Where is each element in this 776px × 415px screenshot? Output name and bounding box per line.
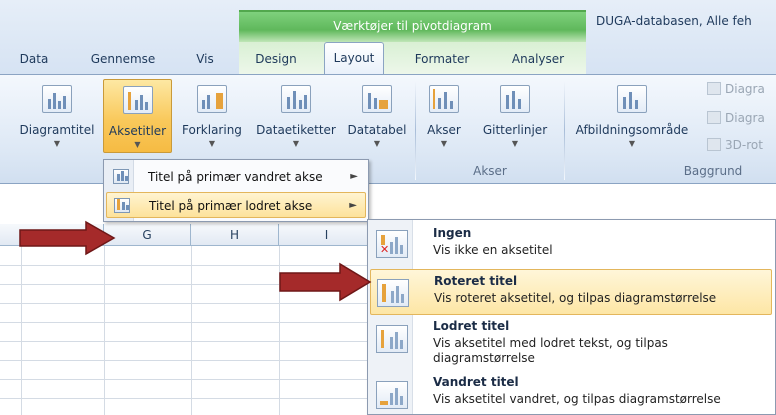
menu-item-horizontal-axis-title[interactable]: Titel på primær vandret akse ► <box>106 164 366 190</box>
axes-icon <box>429 85 459 113</box>
chart-wall-icon <box>707 82 721 95</box>
submenu-item-description: Vis roteret aksetitel, og tilpas diagram… <box>434 291 717 305</box>
chart-floor-button[interactable]: Diagra <box>707 111 765 125</box>
column-header-i[interactable]: I <box>279 224 375 246</box>
chevron-down-icon: ▼ <box>373 139 381 148</box>
submenu-item-title: Ingen <box>433 226 472 240</box>
chart-floor-label: Diagra <box>725 111 765 125</box>
horizontal-axis-title-icon <box>113 169 129 184</box>
axis-titles-label: Aksetitler <box>108 124 167 138</box>
chevron-down-icon: ▼ <box>208 139 216 148</box>
3d-rotation-button[interactable]: 3D-rot <box>707 138 763 152</box>
plot-area-icon <box>617 85 647 113</box>
data-table-button[interactable]: Datatabel ▼ <box>342 79 412 153</box>
chevron-down-icon: ▼ <box>440 139 448 148</box>
legend-label: Forklaring <box>182 123 242 137</box>
3d-rotation-label: 3D-rot <box>725 138 763 152</box>
submenu-item-title: Roteret titel <box>434 274 518 288</box>
group-separator <box>415 80 416 180</box>
column-header-h[interactable]: H <box>191 224 279 246</box>
legend-button[interactable]: Forklaring ▼ <box>174 79 250 153</box>
submenu-item-vertical-title[interactable]: Lodret titel Vis aksetitel med lodret te… <box>370 315 772 371</box>
submenu-item-rotated-title[interactable]: Roteret titel Vis roteret aksetitel, og … <box>370 269 772 315</box>
tab-analyser[interactable]: Analyser <box>506 48 570 70</box>
contextual-tab-title: Værktøjer til pivotdiagram <box>333 19 492 33</box>
tab-vis[interactable]: Vis <box>190 48 220 70</box>
chevron-down-icon: ▼ <box>53 139 61 148</box>
vertical-axis-title-submenu: ✕ Ingen Vis ikke en aksetitel Roteret ti… <box>367 219 776 415</box>
data-labels-icon <box>281 85 311 113</box>
submenu-item-description: Vis aksetitel vandret, og tilpas diagram… <box>433 392 721 406</box>
chart-title-label: Diagramtitel <box>19 123 95 137</box>
data-table-icon <box>362 85 392 113</box>
tab-gennemse[interactable]: Gennemse <box>86 48 160 70</box>
group-separator <box>564 80 565 180</box>
legend-icon <box>197 85 227 113</box>
submenu-item-title: Vandret titel <box>433 375 519 389</box>
horizontal-title-icon <box>376 381 408 409</box>
menu-item-label: Titel på primær lodret akse <box>149 199 313 213</box>
tab-formater[interactable]: Formater <box>412 48 472 70</box>
vertical-axis-title-icon <box>114 198 130 213</box>
document-title: DUGA-databasen, Alle feh <box>596 14 752 28</box>
plot-area-label: Afbildningsområde <box>575 123 689 137</box>
axis-titles-menu: Titel på primær vandret akse ► Titel på … <box>103 159 369 222</box>
chevron-down-icon: ▼ <box>134 140 141 149</box>
chart-title-button[interactable]: Diagramtitel ▼ <box>14 79 100 153</box>
chevron-down-icon: ▼ <box>628 139 636 148</box>
submenu-item-horizontal-title[interactable]: Vandret titel Vis aksetitel vandret, og … <box>370 371 772 413</box>
annotation-arrow-right <box>279 262 372 302</box>
submenu-item-none[interactable]: ✕ Ingen Vis ikke en aksetitel <box>370 222 772 266</box>
tab-design[interactable]: Design <box>250 48 302 70</box>
submenu-item-description: Vis aksetitel med lodret tekst, og tilpa… <box>433 336 668 365</box>
submenu-item-description: Vis ikke en aksetitel <box>433 243 553 257</box>
chevron-down-icon: ▼ <box>511 139 519 148</box>
chevron-down-icon: ▼ <box>292 139 300 148</box>
group-label-akser: Akser <box>473 164 507 178</box>
gridlines-label: Gitterlinjer <box>482 123 548 137</box>
chart-title-icon <box>42 85 72 113</box>
axis-titles-button[interactable]: Aksetitler ▼ <box>103 79 172 153</box>
gridlines-button[interactable]: Gitterlinjer ▼ <box>470 79 560 153</box>
chart-floor-icon <box>707 111 721 124</box>
chart-wall-label: Diagra <box>725 82 765 96</box>
submenu-arrow-icon: ► <box>350 171 358 182</box>
vertical-title-icon <box>376 325 408 353</box>
data-table-label: Datatabel <box>347 123 407 137</box>
plot-area-button[interactable]: Afbildningsområde ▼ <box>568 79 696 153</box>
no-axis-title-icon: ✕ <box>376 230 408 258</box>
menu-item-label: Titel på primær vandret akse <box>148 170 323 184</box>
tab-layout[interactable]: Layout <box>324 42 384 75</box>
submenu-item-title: Lodret titel <box>433 319 510 333</box>
annotation-arrow-left <box>19 220 116 256</box>
submenu-arrow-icon: ► <box>349 200 357 211</box>
group-label-baggrund: Baggrund <box>683 164 743 178</box>
rotated-title-icon <box>377 279 409 307</box>
3d-rotation-icon <box>707 138 721 151</box>
chart-wall-button[interactable]: Diagra <box>707 82 765 96</box>
tab-data[interactable]: Data <box>14 48 54 70</box>
data-labels-label: Dataetiketter <box>256 123 336 137</box>
data-labels-button[interactable]: Dataetiketter ▼ <box>250 79 342 153</box>
gridlines-icon <box>500 85 530 113</box>
menu-item-vertical-axis-title[interactable]: Titel på primær lodret akse ► <box>106 192 366 218</box>
axis-titles-icon <box>123 86 153 114</box>
axes-button[interactable]: Akser ▼ <box>420 79 468 153</box>
axes-label: Akser <box>427 123 461 137</box>
